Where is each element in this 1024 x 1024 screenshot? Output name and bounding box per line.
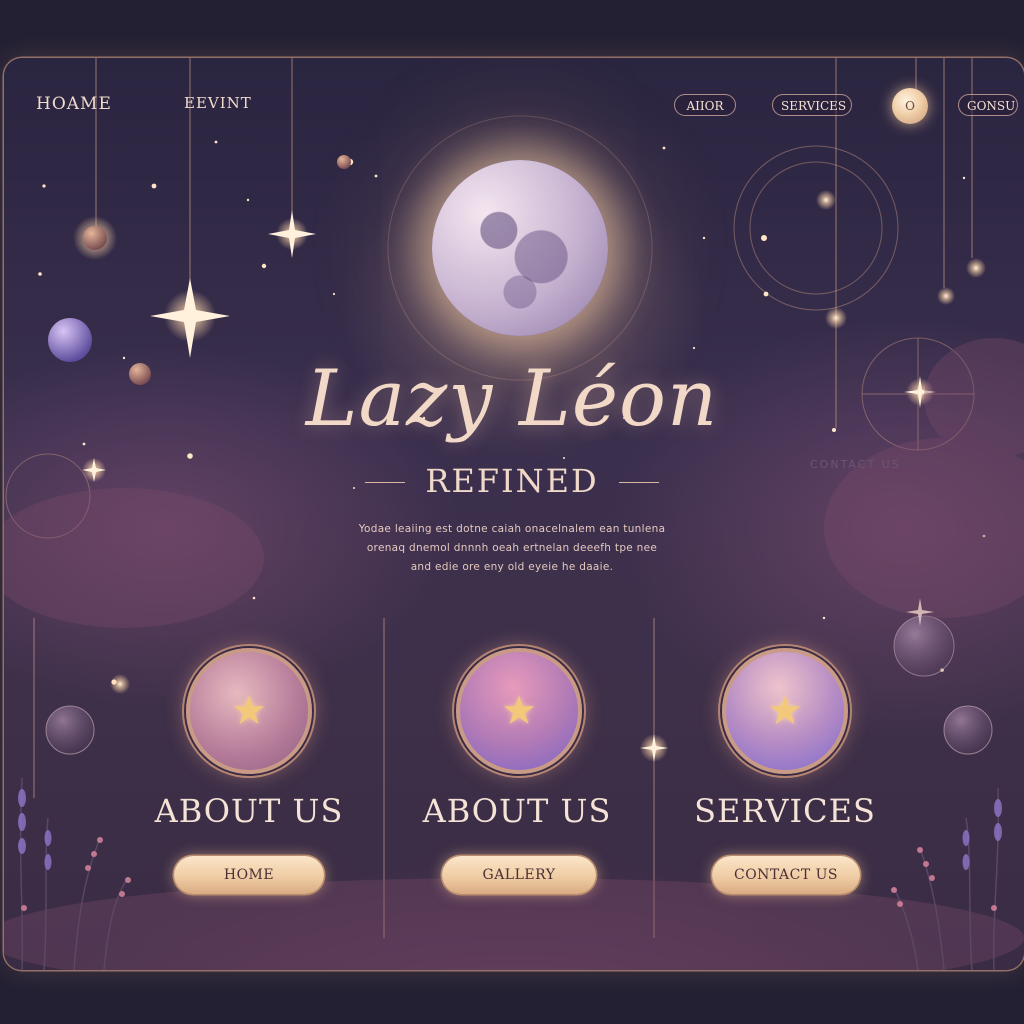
nav-link-home[interactable]: HOAME — [36, 94, 112, 114]
contact-us-button[interactable]: CONTACT US — [712, 856, 860, 894]
feature-label-about-2: ABOUT US — [422, 792, 612, 830]
tagline-line: Yodae leaiing est dotne caiah onacelnale… — [358, 523, 666, 535]
nav-link-event[interactable]: EEVINT — [184, 94, 252, 112]
nav-pill-services[interactable]: SERVICES — [772, 94, 852, 116]
nav-pill-consult[interactable]: GONSU — [958, 94, 1018, 116]
nav-orb-button[interactable]: O — [892, 88, 928, 124]
tagline-line: orenaq dnemol dnnnh oeah ertnelan deeefh… — [366, 542, 658, 554]
feature-button-services[interactable]: ★ — [722, 648, 848, 774]
star-icon: ★ — [231, 688, 267, 734]
site-title: Lazy Léon — [305, 354, 719, 444]
home-button[interactable]: HOME — [174, 856, 324, 894]
feature-label-services: SERVICES — [694, 792, 876, 830]
nav-pill-about[interactable]: AIIOR — [674, 94, 736, 116]
feature-button-about-1[interactable]: ★ — [186, 648, 312, 774]
tagline: Yodae leaiing est dotne caiah onacelnale… — [312, 520, 712, 577]
star-icon: ★ — [501, 688, 537, 734]
subtitle-container: REFINED — [0, 462, 1024, 500]
star-icon: ★ — [767, 688, 803, 734]
feature-button-about-2[interactable]: ★ — [456, 648, 582, 774]
tagline-line: and edie ore eny old eyeie he daaie. — [410, 561, 614, 573]
site-subtitle: REFINED — [365, 462, 660, 500]
gallery-button[interactable]: GALLERY — [442, 856, 596, 894]
moon-illustration — [432, 160, 608, 336]
feature-label-about-1: ABOUT US — [154, 792, 344, 830]
